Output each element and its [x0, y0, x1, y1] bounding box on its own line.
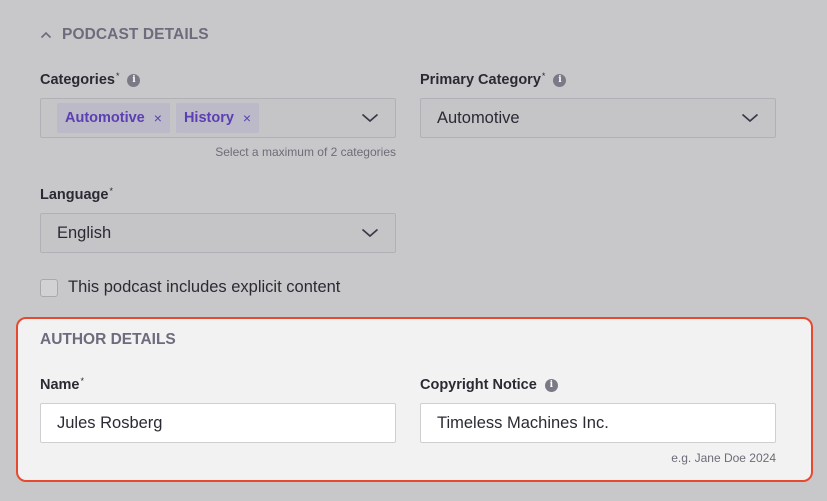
- language-value: English: [57, 223, 112, 242]
- chip-label: Automotive: [65, 110, 145, 126]
- chevron-down-icon: [361, 228, 379, 238]
- section-title: PODCAST DETAILS: [62, 26, 209, 43]
- explicit-label: This podcast includes explicit content: [68, 278, 341, 296]
- copyright-label-text: Copyright Notice: [420, 377, 537, 393]
- close-icon[interactable]: ×: [243, 110, 251, 126]
- required-mark: *: [541, 71, 546, 81]
- name-label-text: Name: [40, 377, 80, 393]
- chip-label: History: [183, 110, 234, 126]
- info-icon[interactable]: i: [127, 73, 141, 87]
- category-chip: Automotive ×: [57, 103, 170, 133]
- name-label: Name *: [40, 375, 84, 395]
- categories-multiselect[interactable]: Automotive × History ×: [40, 98, 396, 138]
- required-mark: *: [80, 376, 85, 386]
- language-select[interactable]: English: [40, 213, 396, 253]
- category-chip: History ×: [175, 103, 260, 133]
- required-mark: *: [109, 186, 113, 196]
- close-icon[interactable]: ×: [154, 110, 162, 126]
- author-details-title: AUTHOR DETAILS: [40, 331, 176, 348]
- chevron-down-icon[interactable]: [361, 113, 379, 123]
- required-mark: *: [115, 71, 120, 81]
- explicit-content-option[interactable]: This podcast includes explicit content: [40, 278, 340, 297]
- language-label: Language *: [40, 185, 113, 205]
- primary-category-label: Primary Category * i: [420, 70, 567, 90]
- podcast-details-header[interactable]: PODCAST DETAILS: [40, 24, 209, 46]
- name-input[interactable]: Jules Rosberg: [40, 403, 396, 443]
- categories-label: Categories * i: [40, 70, 141, 90]
- info-icon[interactable]: i: [544, 378, 558, 392]
- primary-category-select[interactable]: Automotive: [420, 98, 776, 138]
- copyright-help-text: e.g. Jane Doe 2024: [671, 451, 776, 465]
- author-details-section: AUTHOR DETAILS Name * Jules Rosberg Copyr…: [16, 317, 813, 482]
- categories-help-text: Select a maximum of 2 categories: [215, 145, 396, 159]
- chevron-down-icon: [741, 113, 759, 123]
- categories-label-text: Categories: [40, 72, 115, 88]
- explicit-checkbox[interactable]: [40, 278, 58, 297]
- info-icon[interactable]: i: [553, 73, 567, 87]
- copyright-input[interactable]: Timeless Machines Inc.: [420, 403, 776, 443]
- copyright-label: Copyright Notice i: [420, 375, 558, 395]
- language-label-text: Language: [40, 187, 109, 203]
- primary-category-label-text: Primary Category: [420, 72, 541, 88]
- primary-category-value: Automotive: [437, 108, 520, 127]
- chevron-up-icon: [40, 31, 52, 39]
